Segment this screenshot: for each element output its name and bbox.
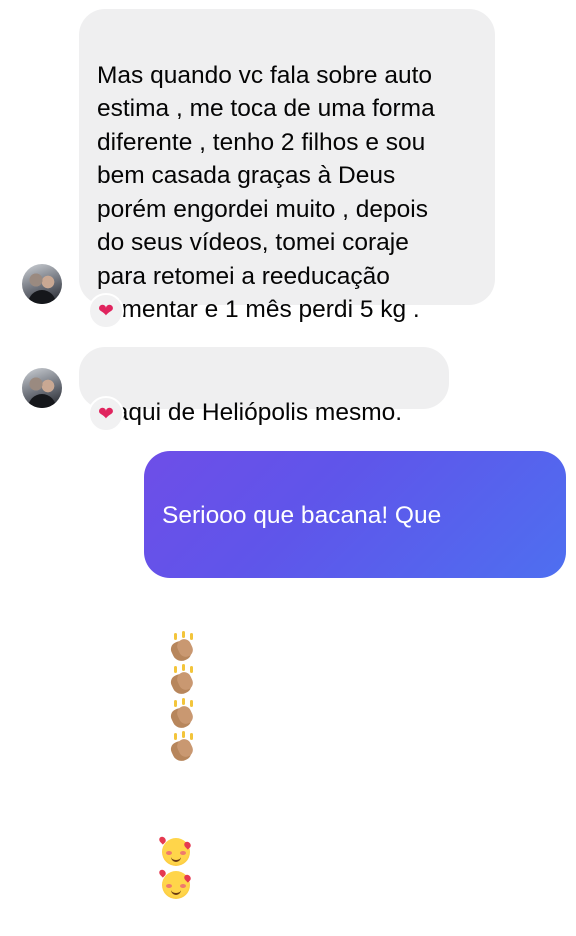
smiling-face-with-hearts-icon (157, 834, 193, 866)
outgoing-message-bubble[interactable]: Seriooo que bacana! Que maraaaa ! Parabé… (144, 451, 566, 899)
contact-avatar[interactable] (22, 264, 62, 304)
heart-icon: ❤ (98, 402, 114, 425)
clapping-hands-icon (166, 697, 196, 728)
heart-icon: ❤ (98, 299, 114, 322)
heart-reaction-icon[interactable]: ❤ (88, 293, 124, 329)
contact-avatar[interactable] (22, 368, 62, 408)
clapping-hands-icon (166, 630, 196, 661)
message-text: Daqui de Heliópolis mesmo. (97, 398, 403, 426)
clapping-hands-icon (166, 731, 196, 761)
message-text: maraaaa ! Parabéns (162, 602, 384, 629)
clapping-hands-icon (166, 664, 196, 694)
message-text: Mas quando vc fala sobre auto estima , m… (97, 61, 435, 324)
smiling-face-with-hearts-icon (157, 868, 193, 899)
incoming-message-bubble[interactable]: Daqui de Heliópolis mesmo. (79, 347, 449, 426)
emoji-line (157, 802, 566, 903)
message-text-line: maraaaa ! Parabéns (162, 566, 566, 767)
message-text-line: Seriooo que bacana! Que (162, 501, 442, 529)
incoming-message-bubble[interactable]: Mas quando vc fala sobre auto estima , m… (79, 9, 495, 323)
heart-reaction-icon[interactable]: ❤ (88, 396, 124, 432)
